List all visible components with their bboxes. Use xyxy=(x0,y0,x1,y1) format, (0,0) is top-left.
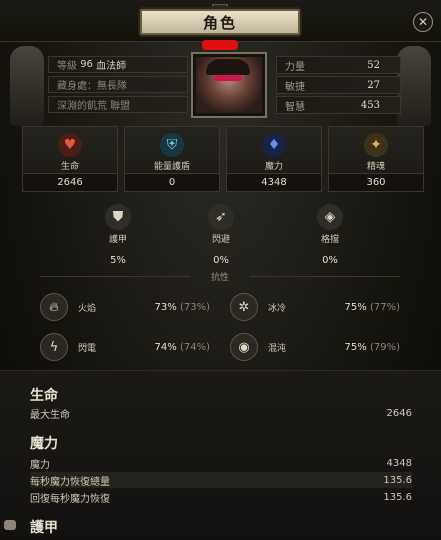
chaos-icon: ◉ xyxy=(230,333,258,361)
block-icon: ◈ xyxy=(317,204,343,230)
cold-icon: ✲ xyxy=(230,293,258,321)
resistance-cold[interactable]: ✲ 冰冷 75% (77%) xyxy=(230,290,400,324)
spirit-icon: ✦ xyxy=(364,133,388,157)
armour-section-title: 護甲 xyxy=(30,520,58,536)
evasion-icon: ➶ xyxy=(208,204,234,230)
title-bar: 角色 ✕ xyxy=(0,0,441,42)
detail-row-mana-regen-total: 每秒魔力恢復總量 135.6 xyxy=(30,472,412,488)
defense-armour[interactable]: ⛊ 護甲 5% xyxy=(70,200,166,266)
detail-row-max-life: 最大生命 2646 xyxy=(30,407,412,421)
attribute-strength: 力量 52 xyxy=(276,56,401,74)
heart-icon: ♥ xyxy=(58,133,82,157)
lightning-icon: ϟ xyxy=(40,333,68,361)
stat-details-list[interactable]: 生命 最大生命 2646 魔力 魔力 4348 每秒魔力恢復總量 135.6 回… xyxy=(0,370,441,540)
close-icon[interactable]: ✕ xyxy=(413,12,433,32)
armour-icon: ⛊ xyxy=(105,204,131,230)
chat-icon[interactable] xyxy=(4,520,16,530)
window-title: 角色 xyxy=(202,13,237,32)
resistance-chaos[interactable]: ◉ 混沌 75% (79%) xyxy=(230,330,400,364)
defense-evasion[interactable]: ➶ 閃避 0% xyxy=(173,200,269,266)
stat-card-energy-shield[interactable]: ⛨ 能量護盾 0 xyxy=(124,126,220,192)
portrait-frame xyxy=(191,52,267,118)
defense-block[interactable]: ◈ 格擋 0% xyxy=(282,200,378,266)
mana-section-title: 魔力 xyxy=(30,436,58,452)
title-plate: 角色 xyxy=(140,9,300,35)
stat-card-life[interactable]: ♥ 生命 2646 xyxy=(22,126,118,192)
stat-card-spirit[interactable]: ✦ 精魂 360 xyxy=(328,126,424,192)
level-row: 等級 96 血法師 xyxy=(48,56,188,73)
right-statue-ornament xyxy=(397,46,431,126)
fire-icon: 🔥︎ xyxy=(40,293,68,321)
resistance-fire[interactable]: 🔥︎ 火焰 73% (73%) xyxy=(40,290,210,324)
attribute-intelligence: 智慧 453 xyxy=(276,96,401,114)
league-row: 深淵的飢荒 聯盟 xyxy=(48,96,188,113)
hideout-row[interactable]: 藏身處： 無長隊 xyxy=(48,76,188,93)
character-portrait xyxy=(196,57,262,113)
mana-icon: ♦ xyxy=(262,133,286,157)
attribute-dexterity: 敏捷 27 xyxy=(276,76,401,94)
life-section-title: 生命 xyxy=(30,388,58,404)
resistances-header: 抗性 xyxy=(40,270,400,283)
detail-row-mana: 魔力 4348 xyxy=(30,457,412,471)
character-header: 等級 96 血法師 藏身處： 無長隊 深淵的飢荒 聯盟 力量 52 敏捷 27 … xyxy=(8,46,433,126)
left-statue-ornament xyxy=(10,46,44,126)
resistance-lightning[interactable]: ϟ 閃電 74% (74%) xyxy=(40,330,210,364)
shield-icon: ⛨ xyxy=(160,133,184,157)
stat-card-mana[interactable]: ♦ 魔力 4348 xyxy=(226,126,322,192)
detail-row-mana-regen: 回復每秒魔力恢復 135.6 xyxy=(30,491,412,505)
